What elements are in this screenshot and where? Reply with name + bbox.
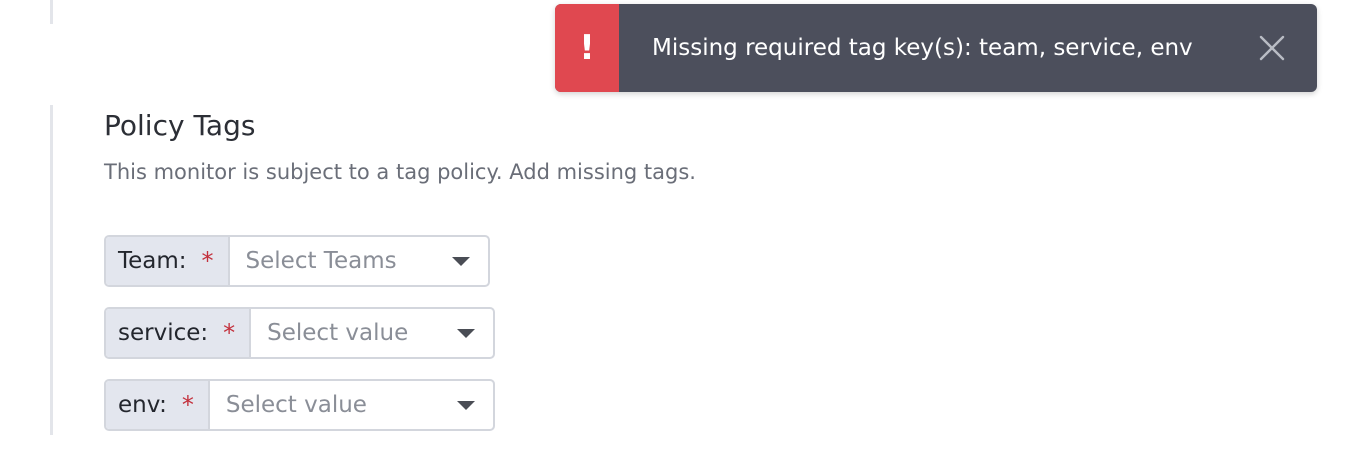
select-placeholder: Select value: [267, 320, 409, 346]
select-placeholder: Select value: [225, 392, 367, 418]
close-icon: [1259, 35, 1285, 61]
tag-key-label: Team: *: [106, 237, 230, 285]
service-select-dropdown[interactable]: Select value: [251, 309, 493, 357]
section-divider-top: [50, 0, 53, 24]
team-select-dropdown[interactable]: Select Teams: [230, 237, 488, 285]
tag-row-service: service: * Select value: [104, 307, 495, 359]
tag-key-label: service: *: [106, 309, 252, 357]
caret-down-icon: [457, 328, 475, 338]
tag-key-label: env: *: [106, 381, 210, 429]
section-divider: [50, 105, 53, 435]
tag-row-team: Team: * Select Teams: [104, 235, 490, 287]
env-select-dropdown[interactable]: Select value: [210, 381, 493, 429]
required-asterisk: *: [223, 319, 236, 347]
caret-down-icon: [457, 400, 475, 410]
error-toast: ! Missing required tag key(s): team, ser…: [555, 4, 1317, 92]
policy-tags-section: Policy Tags This monitor is subject to a…: [104, 106, 696, 187]
tag-row-env: env: * Select value: [104, 379, 495, 431]
required-asterisk: *: [201, 247, 214, 275]
caret-down-icon: [452, 256, 470, 266]
tag-key-text: env:: [118, 392, 167, 418]
required-asterisk: *: [181, 391, 194, 419]
tag-key-text: Team:: [118, 248, 187, 274]
exclamation-icon: !: [555, 4, 619, 92]
section-title: Policy Tags: [104, 109, 256, 142]
toast-close-button[interactable]: [1227, 4, 1317, 92]
section-description: This monitor is subject to a tag policy.…: [104, 160, 696, 184]
tag-key-text: service:: [118, 320, 209, 346]
select-placeholder: Select Teams: [245, 248, 397, 274]
toast-message: Missing required tag key(s): team, servi…: [652, 35, 1193, 61]
monitor-settings-page: Policy Tags This monitor is subject to a…: [0, 0, 1350, 470]
